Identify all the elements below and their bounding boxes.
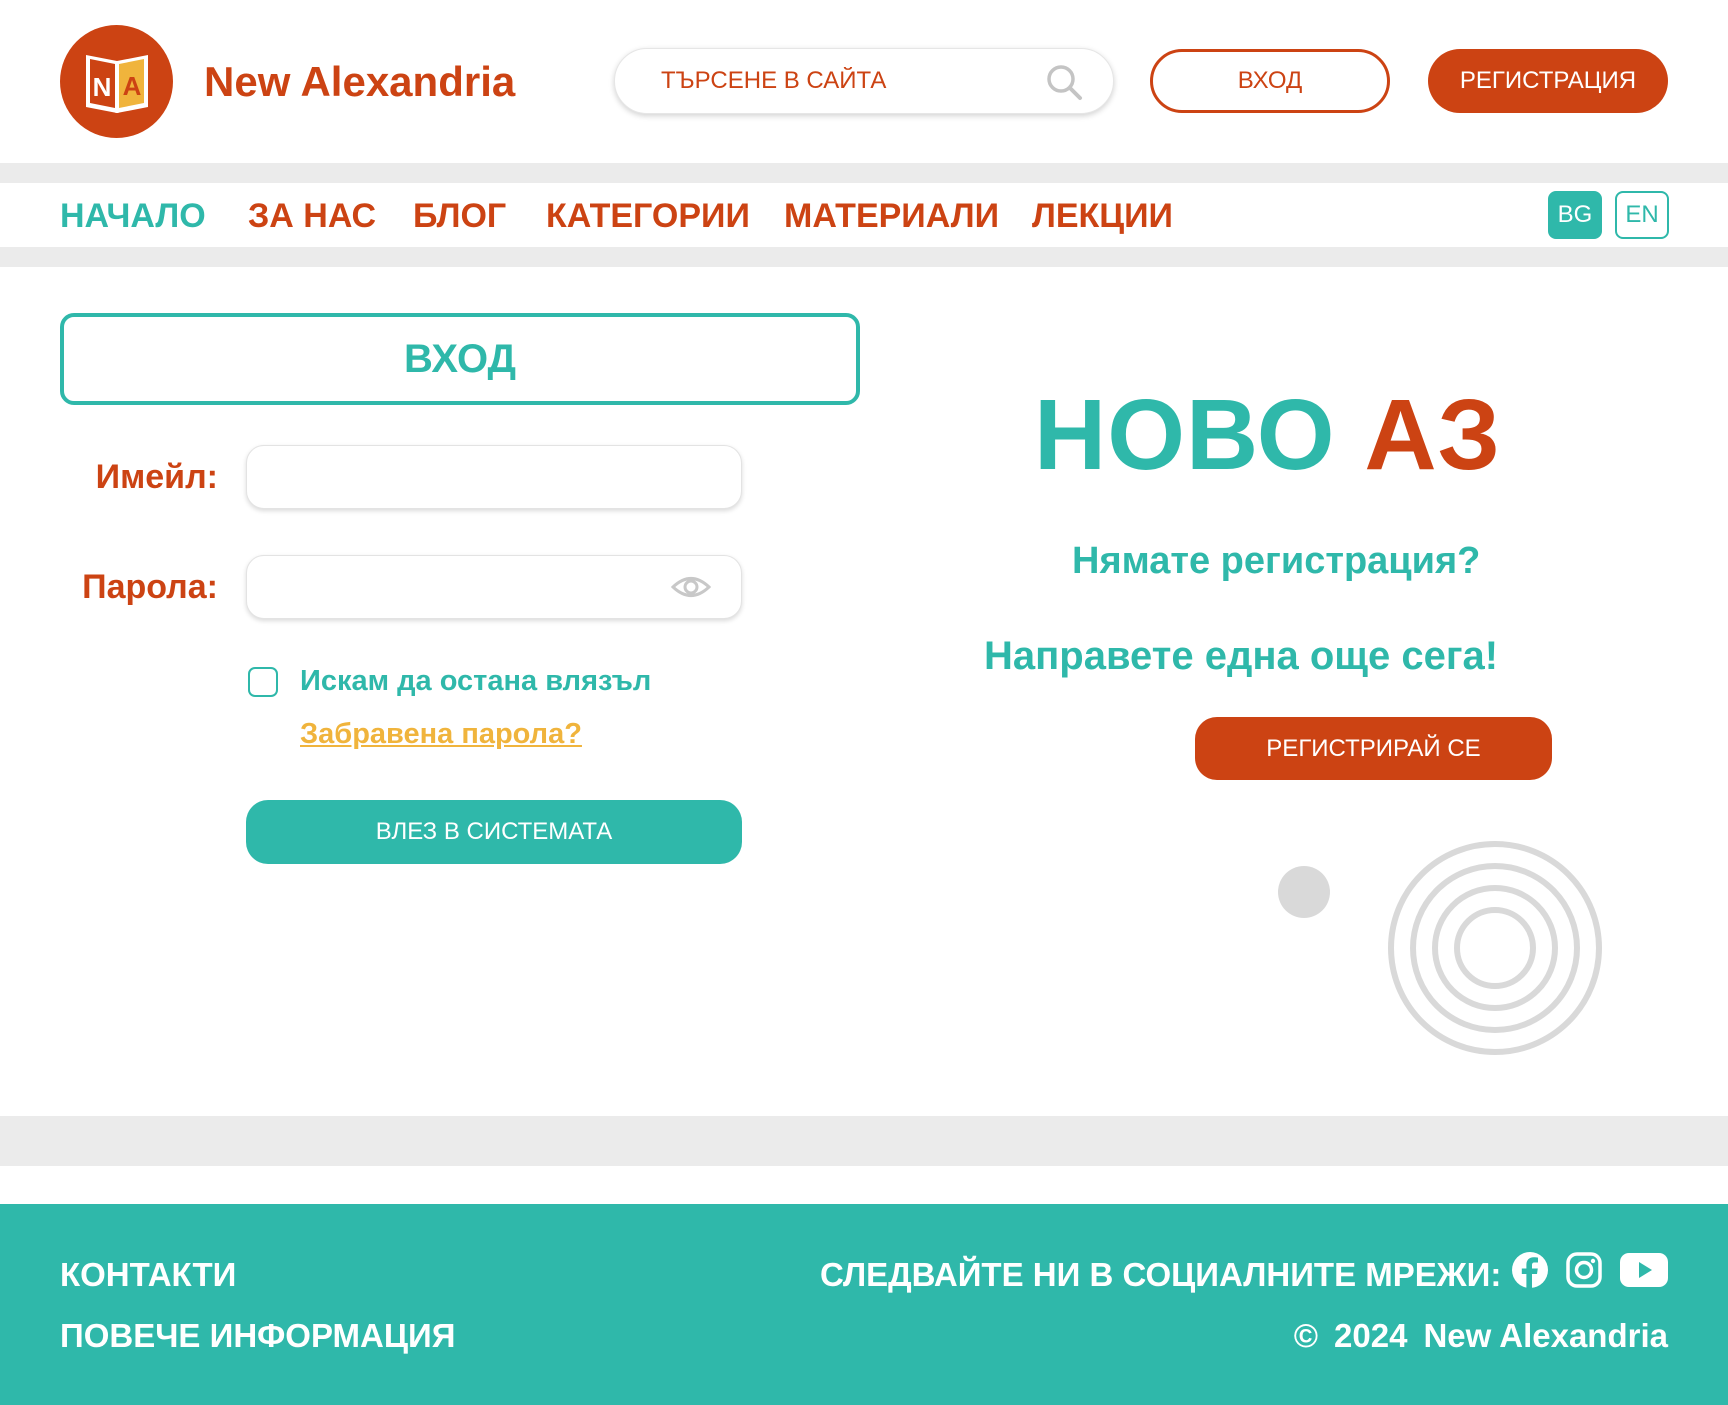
- site-footer: КОНТАКТИ ПОВЕЧЕ ИНФОРМАЦИЯ СЛЕДВАЙТЕ НИ …: [0, 1204, 1728, 1405]
- lang-bg-button[interactable]: BG: [1548, 191, 1602, 239]
- header-register-button[interactable]: РЕГИСТРАЦИЯ: [1428, 49, 1668, 113]
- search-box: [614, 48, 1114, 114]
- facebook-icon[interactable]: [1512, 1252, 1548, 1288]
- nav-item-categories[interactable]: КАТЕГОРИИ: [546, 197, 750, 236]
- instagram-icon[interactable]: [1566, 1252, 1602, 1288]
- pre-footer-band: [0, 1116, 1728, 1166]
- site-header: N A New Alexandria ВХОД РЕГИСТРАЦИЯ: [0, 0, 1728, 163]
- promo-cta-text: Направете една още сега!: [984, 634, 1499, 678]
- copyright-year: 2024: [1334, 1317, 1408, 1354]
- show-password-icon[interactable]: [671, 572, 711, 602]
- footer-copyright: © 2024 New Alexandria: [1278, 1317, 1668, 1355]
- brand-name[interactable]: New Alexandria: [204, 58, 515, 106]
- nav-item-about[interactable]: ЗА НАС: [248, 197, 376, 236]
- remember-label[interactable]: Искам да остана влязъл: [300, 665, 651, 698]
- nav-item-home[interactable]: НАЧАЛО: [60, 197, 206, 236]
- promo-title: НОВО АЗ: [1034, 378, 1501, 493]
- promo-question: Нямате регистрация?: [1072, 540, 1481, 582]
- logo-letter-a: A: [123, 71, 142, 101]
- password-field[interactable]: [247, 556, 667, 618]
- copyright-name: New Alexandria: [1423, 1317, 1668, 1354]
- login-submit-button[interactable]: ВЛЕЗ В СИСТЕМАТА: [246, 800, 742, 864]
- promo-title-word-2: АЗ: [1364, 379, 1502, 491]
- email-field[interactable]: [247, 446, 667, 508]
- decorative-circles-icon: [1278, 841, 1602, 1055]
- email-field-box: [246, 445, 742, 509]
- nav-band-bottom: [0, 247, 1728, 267]
- logo-letter-n: N: [93, 72, 112, 102]
- nav-item-materials[interactable]: МАТЕРИАЛИ: [784, 197, 999, 236]
- forgot-password-link[interactable]: Забравена парола?: [300, 718, 582, 751]
- nav-item-blog[interactable]: БЛОГ: [413, 197, 506, 236]
- book-logo-icon: N A: [86, 55, 148, 113]
- search-input[interactable]: [661, 49, 1041, 113]
- login-title: ВХОД: [60, 313, 860, 405]
- logo[interactable]: N A: [60, 25, 173, 138]
- email-label: Имейл:: [95, 458, 218, 496]
- footer-follow-text: СЛЕДВАЙТЕ НИ В СОЦИАЛНИТЕ МРЕЖИ:: [820, 1256, 1502, 1293]
- youtube-icon[interactable]: [1620, 1252, 1668, 1288]
- password-field-box: [246, 555, 742, 619]
- nav-band-top: [0, 163, 1728, 183]
- lang-en-button[interactable]: EN: [1615, 191, 1669, 239]
- copyright-symbol: ©: [1293, 1317, 1319, 1354]
- promo-title-word-1: НОВО: [1034, 379, 1336, 491]
- main-nav: НАЧАЛО ЗА НАС БЛОГ КАТЕГОРИИ МАТЕРИАЛИ Л…: [0, 183, 1728, 247]
- password-label: Парола:: [82, 568, 218, 606]
- promo-register-button[interactable]: РЕГИСТРИРАЙ СЕ: [1195, 717, 1552, 780]
- nav-item-lectures[interactable]: ЛЕКЦИИ: [1032, 197, 1173, 236]
- footer-contacts-link[interactable]: КОНТАКТИ: [60, 1256, 236, 1294]
- remember-checkbox[interactable]: [248, 667, 278, 697]
- search-icon[interactable]: [1045, 63, 1083, 101]
- footer-more-info-link[interactable]: ПОВЕЧЕ ИНФОРМАЦИЯ: [60, 1317, 455, 1355]
- header-login-button[interactable]: ВХОД: [1150, 49, 1390, 113]
